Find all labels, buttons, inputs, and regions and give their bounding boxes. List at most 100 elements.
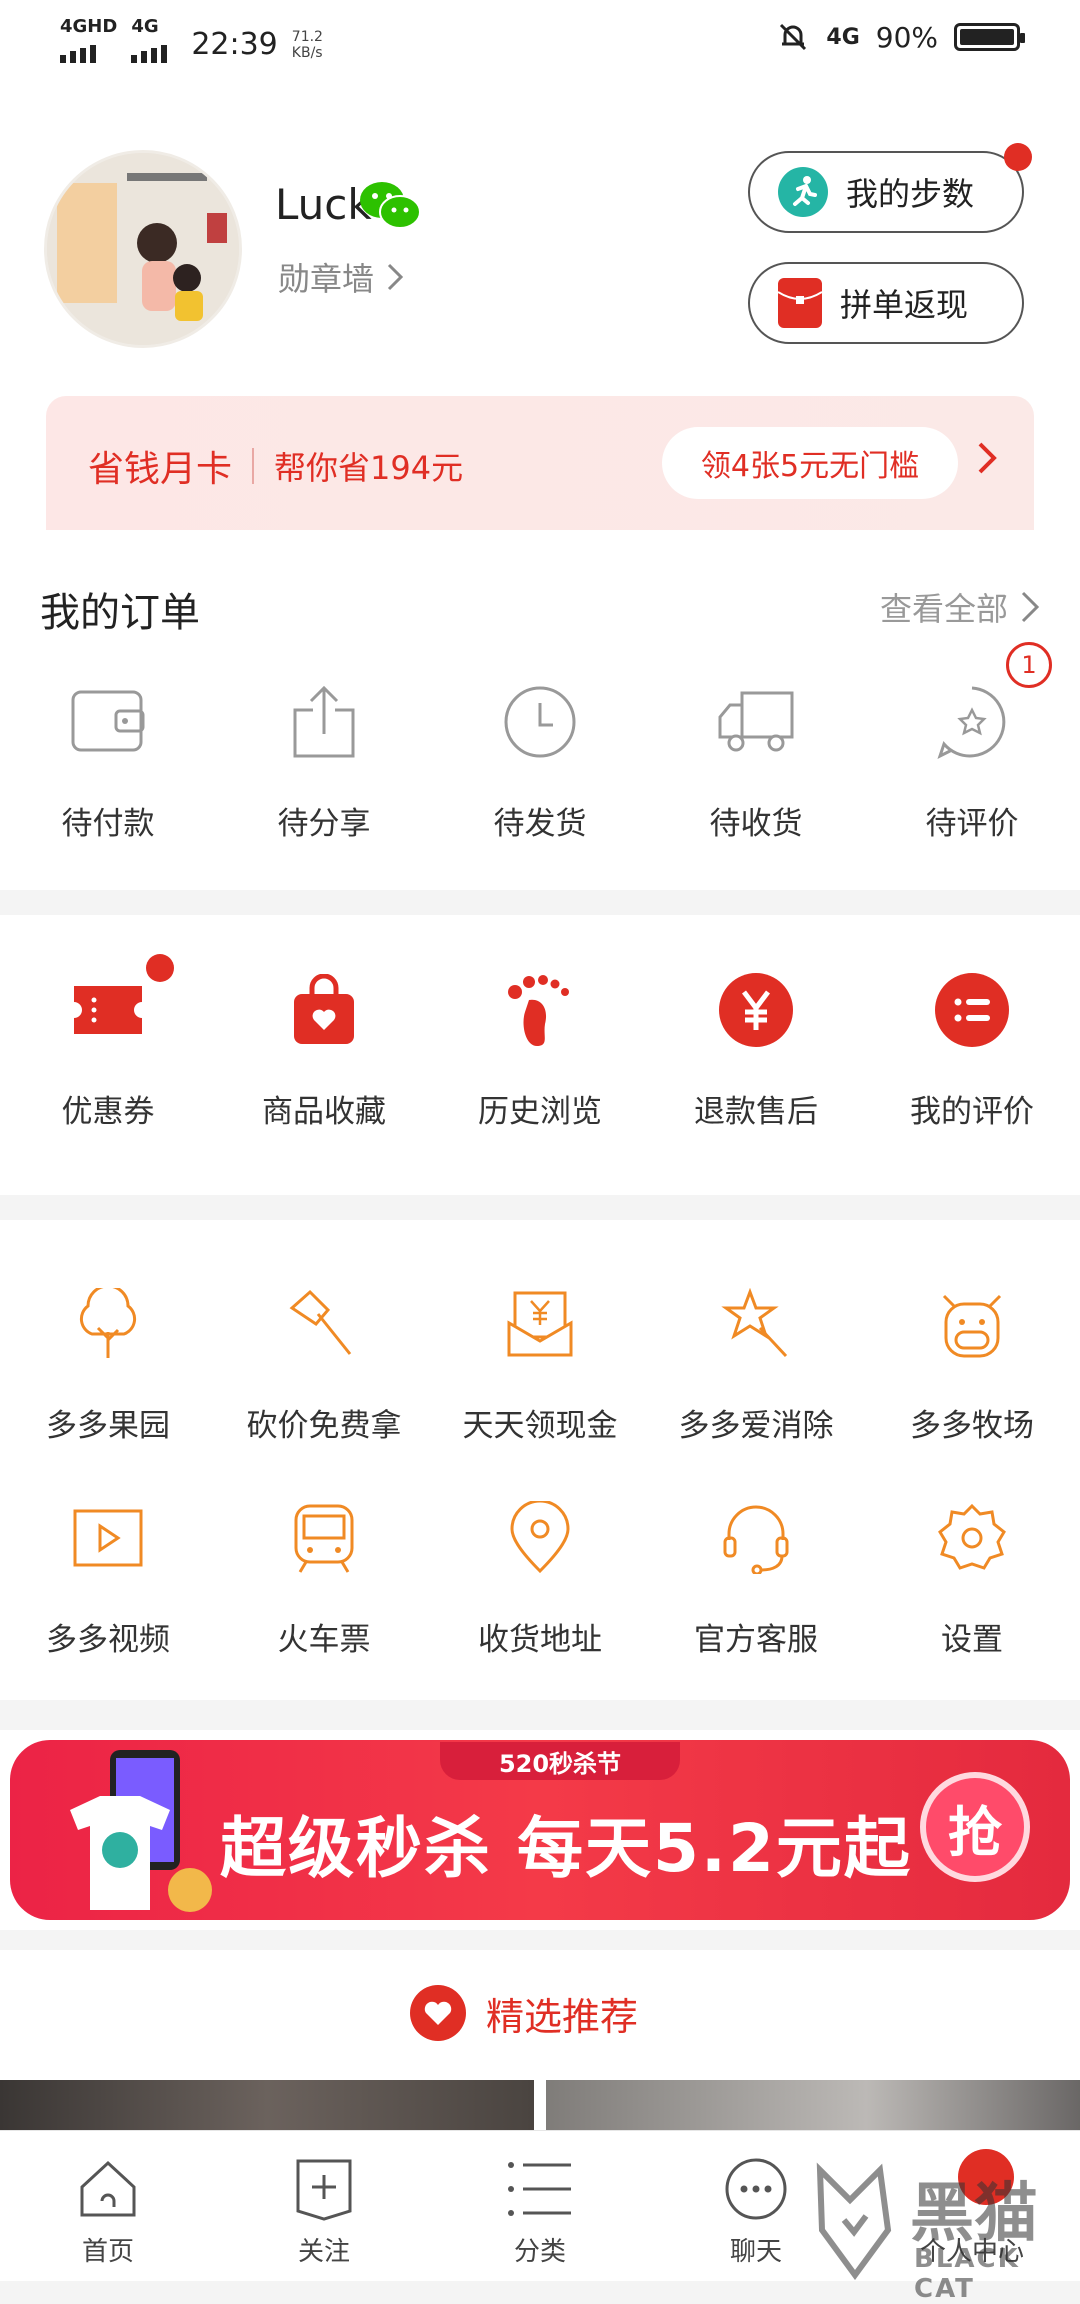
see-all-label: 查看全部 xyxy=(879,590,1008,628)
tab-chat-label: 聊天 xyxy=(729,2237,782,2267)
star-bubble-icon xyxy=(930,680,1014,764)
gear-icon xyxy=(930,1496,1014,1580)
train-ticket-label: 火车票 xyxy=(277,1622,371,1658)
see-all-orders-link[interactable]: 查看全部 xyxy=(880,584,1040,630)
ranch-item[interactable]: 多多牧场 xyxy=(864,1282,1080,1445)
bargain-label: 砍价免费拿 xyxy=(246,1408,402,1444)
train-ticket-item[interactable]: 火车票 xyxy=(216,1496,432,1659)
black-cat-watermark: 黑猫 BLACK CAT xyxy=(810,2160,1080,2304)
my-steps-button[interactable]: 我的步数 xyxy=(748,151,1024,233)
history-item[interactable]: 历史浏览 xyxy=(432,968,648,1131)
avatar[interactable] xyxy=(44,150,242,348)
video-item[interactable]: 多多视频 xyxy=(0,1496,216,1659)
cashback-button[interactable]: 拼单返现 xyxy=(748,262,1024,344)
elimination-game-item[interactable]: 多多爱消除 xyxy=(648,1282,864,1445)
cat-logo-icon xyxy=(816,2162,892,2280)
settings-label: 设置 xyxy=(941,1622,1003,1658)
net-speed: 71.2 KB/s xyxy=(291,28,323,61)
shipping-address-label: 收货地址 xyxy=(478,1622,602,1658)
tab-follow-label: 关注 xyxy=(297,2237,350,2267)
train-icon xyxy=(282,1496,366,1580)
order-pending-shipment[interactable]: 待发货 xyxy=(432,680,648,843)
services-row-1: 多多果园 砍价免费拿 天天领现金 多多爱消除 多多牧场 xyxy=(0,1282,1080,1445)
share-icon xyxy=(282,680,366,764)
coupons-label: 优惠券 xyxy=(61,1094,155,1130)
clock-icon xyxy=(498,680,582,764)
watermark-subtitle: BLACK CAT xyxy=(914,2244,1020,2304)
location-pin-icon xyxy=(498,1496,582,1580)
divider xyxy=(252,448,255,484)
review-count-badge: 1 xyxy=(1006,642,1052,688)
favorites-label: 商品收藏 xyxy=(262,1094,386,1130)
refund-item[interactable]: 退款售后 xyxy=(648,968,864,1131)
saving-card-title: 省钱月卡 xyxy=(88,449,233,490)
clock-time: 22:39 xyxy=(191,27,278,62)
tab-home[interactable]: 首页 xyxy=(0,2131,216,2281)
ranch-label: 多多牧场 xyxy=(910,1408,1034,1444)
axe-icon xyxy=(282,1282,366,1366)
tab-category-label: 分类 xyxy=(513,2237,566,2267)
chevron-right-icon[interactable] xyxy=(976,440,998,486)
customer-service-label: 官方客服 xyxy=(694,1622,818,1658)
my-reviews-item[interactable]: 我的评价 xyxy=(864,968,1080,1131)
notification-dot xyxy=(146,954,174,982)
order-pending-payment[interactable]: 待付款 xyxy=(0,680,216,843)
settings-item[interactable]: 设置 xyxy=(864,1496,1080,1659)
cashback-label: 拼单返现 xyxy=(840,286,969,324)
signal-icon-2: 4G xyxy=(131,18,177,71)
orchard-label: 多多果园 xyxy=(46,1408,170,1444)
video-label: 多多视频 xyxy=(46,1622,170,1658)
order-status-row: 待付款 待分享 待发货 待收货 待评价 1 xyxy=(0,642,1080,843)
daily-cash-item[interactable]: 天天领现金 xyxy=(432,1282,648,1445)
notification-dot xyxy=(1004,143,1032,171)
medal-wall-label: 勋章墙 xyxy=(278,260,375,298)
review-list-icon xyxy=(930,968,1014,1052)
yen-circle-icon xyxy=(714,968,798,1052)
tab-category[interactable]: 分类 xyxy=(432,2131,648,2281)
order-pending-share[interactable]: 待分享 xyxy=(216,680,432,843)
orchard-item[interactable]: 多多果园 xyxy=(0,1282,216,1445)
tab-home-label: 首页 xyxy=(81,2237,134,2267)
cow-icon xyxy=(930,1282,1014,1366)
chevron-right-icon xyxy=(1021,591,1040,623)
red-envelope-icon xyxy=(778,278,822,328)
shipping-address-item[interactable]: 收货地址 xyxy=(432,1496,648,1659)
chevron-right-icon xyxy=(387,263,404,291)
mute-bell-icon xyxy=(780,23,807,51)
orders-title: 我的订单 xyxy=(40,590,200,636)
battery-icon xyxy=(954,23,1025,51)
recommend-title: 精选推荐 xyxy=(486,1994,639,2039)
customer-service-item[interactable]: 官方客服 xyxy=(648,1496,864,1659)
footprint-icon xyxy=(498,968,582,1052)
order-pending-receipt-label: 待收货 xyxy=(709,806,803,842)
coupons-item[interactable]: 优惠券 xyxy=(0,954,216,1131)
flash-sale-tag: 520秒杀节 xyxy=(440,1742,680,1780)
favorite-bag-icon xyxy=(282,968,366,1052)
my-reviews-label: 我的评价 xyxy=(910,1094,1034,1130)
grab-button[interactable]: 抢 xyxy=(920,1772,1030,1882)
order-pending-receipt[interactable]: 待收货 xyxy=(648,680,864,843)
elimination-game-label: 多多爱消除 xyxy=(678,1408,834,1444)
order-pending-shipment-label: 待发货 xyxy=(493,806,587,842)
coupon-icon xyxy=(66,968,150,1052)
network-type: 4G xyxy=(826,24,860,50)
yen-envelope-icon xyxy=(498,1282,582,1366)
saving-card-title-row: 省钱月卡 帮你省194元 xyxy=(88,440,463,492)
order-pending-share-label: 待分享 xyxy=(277,806,371,842)
list-icon xyxy=(508,2162,571,2216)
tab-follow[interactable]: 关注 xyxy=(216,2131,432,2281)
wallet-icon xyxy=(66,680,150,764)
chat-icon xyxy=(725,2158,787,2220)
claim-coupons-button[interactable]: 领4张5元无门槛 xyxy=(662,427,958,499)
truck-icon xyxy=(714,680,798,764)
wechat-icon xyxy=(358,180,422,236)
medal-wall-link[interactable]: 勋章墙 xyxy=(278,254,404,300)
order-pending-review[interactable]: 待评价 1 xyxy=(864,642,1080,843)
battery-percent: 90% xyxy=(875,20,938,54)
bargain-item[interactable]: 砍价免费拿 xyxy=(216,1282,432,1445)
favorites-item[interactable]: 商品收藏 xyxy=(216,968,432,1131)
video-play-icon xyxy=(66,1496,150,1580)
signal-icon-1: 4GHD xyxy=(60,18,117,71)
history-label: 历史浏览 xyxy=(478,1094,602,1130)
watermark-title: 黑猫 xyxy=(910,2177,1038,2251)
